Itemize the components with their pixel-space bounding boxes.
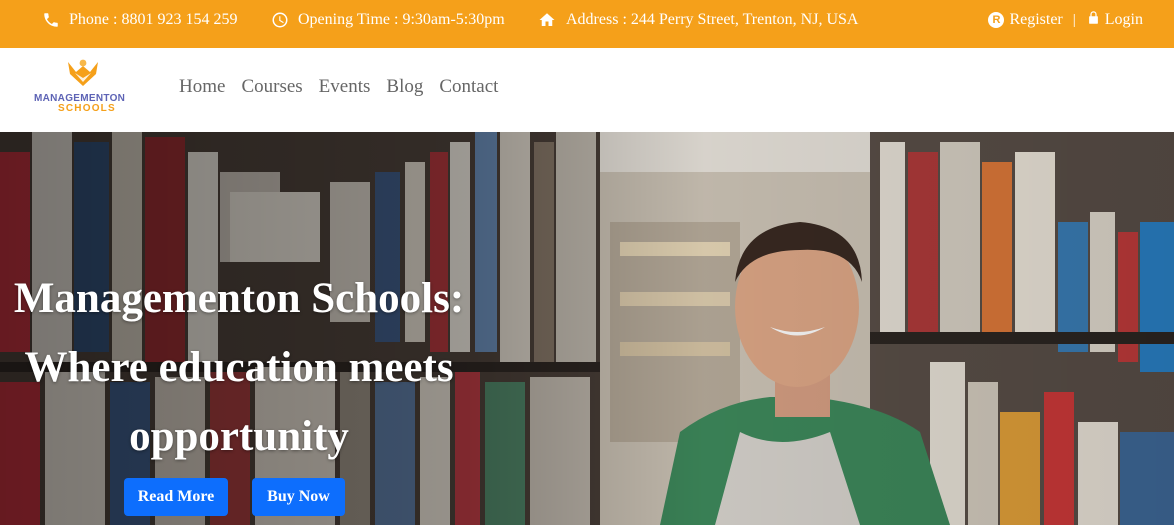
auth-divider: | [1072,11,1076,28]
hero-title: Managementon Schools: Where education me… [0,264,478,471]
hours-info: Opening Time : 9:30am-5:30pm [271,0,505,40]
address-info: Address : 244 Perry Street, Trenton, NJ,… [537,0,858,40]
register-icon: R [988,12,1005,28]
address-value: 244 Perry Street, Trenton, NJ, USA [630,11,859,28]
phone-icon [44,13,58,27]
brand-name-line2: SCHOOLS [58,103,116,114]
hours-label: Opening Time : [298,11,399,28]
read-more-button[interactable]: Read More [124,478,228,516]
clock-icon [272,12,288,28]
register-link[interactable]: R Register [988,11,1063,29]
nav-item-events[interactable]: Events [319,76,371,98]
hours-value: 9:30am-5:30pm [402,11,505,28]
phone-value[interactable]: 8801 923 154 259 [121,11,237,29]
nav-item-blog[interactable]: Blog [386,76,423,98]
nav-item-courses[interactable]: Courses [241,76,302,98]
buy-now-button[interactable]: Buy Now [252,478,345,516]
nav-item-contact[interactable]: Contact [439,76,498,98]
hero-title-line3: opportunity [129,413,349,460]
phone-label: Phone : [69,11,118,28]
nav-item-home[interactable]: Home [179,76,225,98]
logo-mark-icon [68,59,98,86]
lock-icon [1086,9,1105,31]
hero-banner: Managementon Schools: Where education me… [0,132,1174,525]
home-icon [539,13,555,26]
hero-title-line1: Managementon Schools: [13,275,465,322]
login-label: Login [1104,11,1143,28]
address-label: Address : [566,11,627,28]
phone-info: Phone : 8801 923 154 259 [42,0,237,40]
auth-links: R Register | Login [988,0,1143,40]
hero-title-line2: Where education meets [24,344,454,391]
main-navbar: MANAGEMENTON SCHOOLS Home Courses Events… [0,48,1174,132]
login-link[interactable]: Login [1086,9,1143,31]
register-label: Register [1009,11,1063,28]
main-nav: Home Courses Events Blog Contact [179,76,514,98]
top-info-bar: Phone : 8801 923 154 259 Opening Time : … [0,0,1174,48]
brand-logo[interactable]: MANAGEMENTON SCHOOLS [30,58,140,118]
